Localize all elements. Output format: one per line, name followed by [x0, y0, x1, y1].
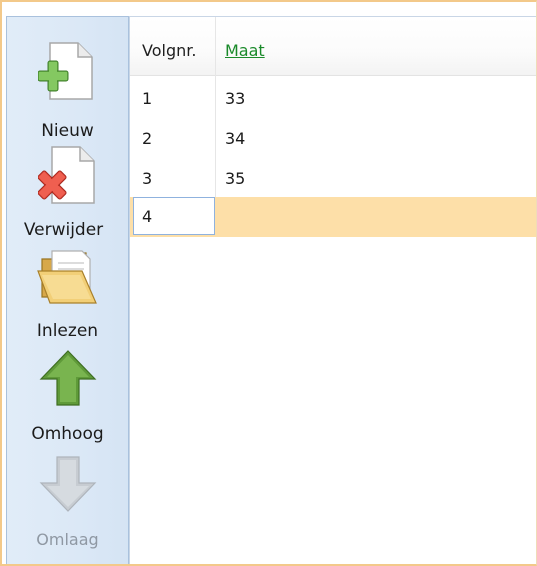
cell-volgnr: 4 — [142, 207, 153, 226]
move-down-button[interactable]: Omlaag — [7, 453, 128, 553]
cell-volgnr: 2 — [142, 129, 153, 148]
move-up-button[interactable]: Omhoog — [7, 347, 128, 447]
window-frame: Nieuw Verwijder Inlezen Omhoog Omlaag Vo… — [0, 0, 537, 566]
new-label: Nieuw — [41, 121, 94, 141]
up-label: Omhoog — [31, 424, 104, 444]
cell-volgnr: 1 — [142, 89, 153, 108]
cell-maat[interactable]: 35 — [225, 169, 245, 188]
table-row[interactable]: 2 34 — [130, 119, 536, 159]
arrow-down-icon — [39, 453, 97, 519]
cell-volgnr: 3 — [142, 169, 153, 188]
new-button[interactable]: Nieuw — [7, 39, 128, 149]
cell-maat[interactable]: 34 — [225, 129, 245, 148]
document-delete-icon — [36, 145, 98, 211]
data-grid[interactable]: Volgnr. Maat 1 33 2 34 3 35 4 — [129, 16, 536, 564]
folder-open-icon — [36, 245, 100, 311]
column-header-maat[interactable]: Maat — [225, 41, 265, 60]
delete-button[interactable]: Verwijder — [7, 143, 128, 243]
cell-maat[interactable]: 33 — [225, 89, 245, 108]
vertical-toolbar: Nieuw Verwijder Inlezen Omhoog Omlaag — [6, 16, 129, 564]
import-button[interactable]: Inlezen — [7, 241, 128, 341]
column-header-volgnr[interactable]: Volgnr. — [142, 41, 196, 60]
document-add-icon — [37, 39, 98, 107]
grid-header: Volgnr. Maat — [130, 17, 536, 76]
table-row-active[interactable]: 4 — [130, 197, 536, 237]
arrow-up-icon — [39, 347, 97, 413]
import-label: Inlezen — [36, 321, 99, 341]
table-row[interactable]: 3 35 — [130, 159, 536, 199]
down-label: Omlaag — [36, 530, 99, 549]
delete-label: Verwijder — [23, 220, 104, 240]
table-row[interactable]: 1 33 — [130, 79, 536, 119]
